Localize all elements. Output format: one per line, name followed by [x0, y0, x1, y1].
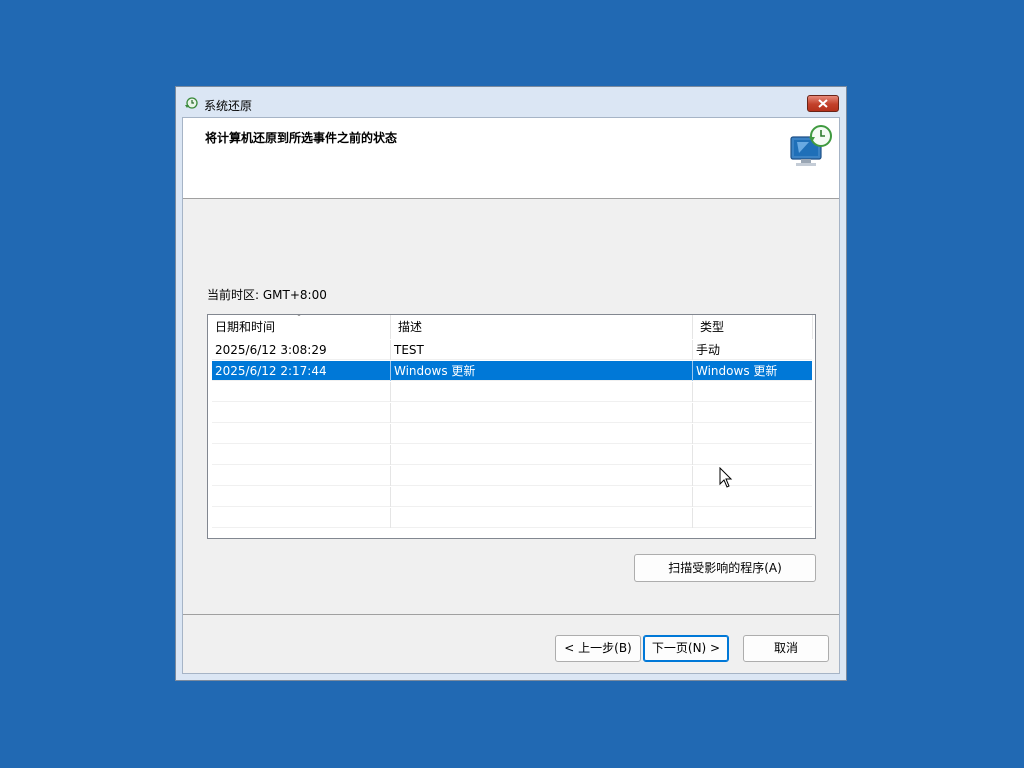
table-row-selected[interactable]: 2025/6/12 2:17:44 Windows 更新 Windows 更新 [212, 361, 812, 381]
dialog-header: 将计算机还原到所选事件之前的状态 [183, 118, 839, 199]
close-icon [818, 99, 828, 108]
next-button[interactable]: 下一页(N) > [643, 635, 729, 662]
footer-divider [183, 614, 839, 615]
window-title: 系统还原 [204, 99, 253, 113]
mouse-pointer-icon [719, 467, 733, 488]
title-bar[interactable]: 系统还原 [176, 87, 846, 117]
list-header: ﹀ 日期和时间 描述 类型 [208, 315, 815, 339]
sort-arrow-icon: ﹀ [295, 314, 303, 322]
cell-date: 2025/6/12 2:17:44 [212, 361, 391, 381]
scan-affected-programs-button[interactable]: 扫描受影响的程序(A) [634, 554, 816, 582]
empty-row [212, 508, 812, 528]
cancel-button[interactable]: 取消 [743, 635, 829, 662]
table-row[interactable]: 2025/6/12 3:08:29 TEST 手动 [212, 340, 812, 360]
system-restore-icon [185, 97, 198, 109]
column-header-date[interactable]: ﹀ 日期和时间 [208, 315, 391, 339]
back-button[interactable]: < 上一步(B) [555, 635, 641, 662]
empty-row [212, 403, 812, 423]
empty-row [212, 445, 812, 465]
timezone-label: 当前时区: GMT+8:00 [207, 288, 327, 302]
restore-point-list[interactable]: ﹀ 日期和时间 描述 类型 2025/6/12 3:08:29 TEST 手动 … [207, 314, 816, 539]
page-title: 将计算机还原到所选事件之前的状态 [205, 131, 398, 145]
computer-restore-icon [790, 125, 832, 166]
dialog-body: 将计算机还原到所选事件之前的状态 当前时区: GMT+8:00 ﹀ 日期和时间 [182, 117, 840, 674]
column-header-description[interactable]: 描述 [391, 315, 693, 339]
system-restore-window: 系统还原 将计算机还原到所选事件之前的状态 当前时区: GMT+8:00 ﹀ 日… [175, 86, 847, 681]
empty-row [212, 487, 812, 507]
cell-description: TEST [391, 340, 693, 360]
empty-row [212, 424, 812, 444]
cell-date: 2025/6/12 3:08:29 [212, 340, 391, 360]
cell-description: Windows 更新 [391, 361, 693, 381]
close-button[interactable] [807, 95, 839, 112]
column-header-type[interactable]: 类型 [693, 315, 813, 339]
cell-type: 手动 [696, 343, 721, 357]
cell-type: Windows 更新 [696, 364, 778, 378]
empty-row [212, 382, 812, 402]
